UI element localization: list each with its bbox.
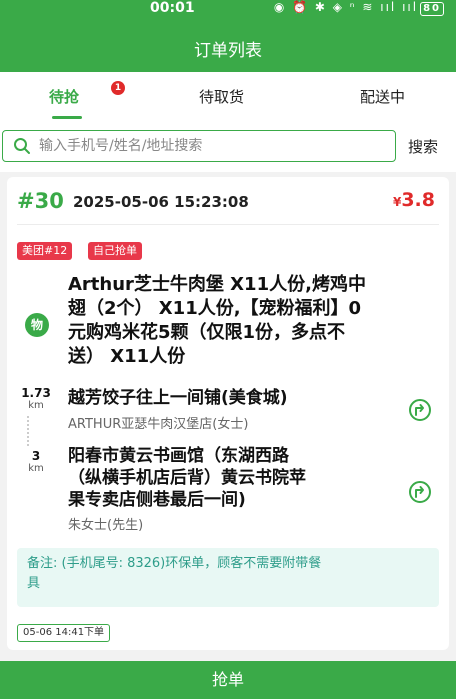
- search-box: [2, 130, 396, 162]
- remark-line: 具: [27, 576, 41, 591]
- tab-badge: 1: [111, 81, 125, 95]
- route-dots: [27, 416, 29, 446]
- platform-tag: 美团#12: [17, 242, 73, 260]
- address-line: （纵横手机店后背）黄云书院苹: [68, 468, 306, 488]
- search-row: 搜索: [0, 122, 456, 172]
- goods-icon: 物: [25, 313, 49, 337]
- tab-bar: 待抢 1 待取货 配送中: [0, 72, 456, 122]
- divider: [17, 224, 439, 225]
- goods-line: 送） X11人份: [68, 346, 186, 367]
- order-number: #30: [17, 189, 64, 213]
- customer-name: 朱女士(先生): [68, 518, 144, 533]
- address-distance-unit: km: [28, 463, 44, 474]
- battery-icon: 80: [420, 2, 444, 16]
- address-line: 果专卖店侧巷最后一间): [68, 490, 246, 510]
- tab-delivering[interactable]: 配送中: [360, 86, 405, 107]
- grab-order-button[interactable]: 抢单: [0, 661, 456, 699]
- shop-subtitle: ARTHUR亚瑟牛肉汉堡店(女士): [68, 417, 249, 432]
- price-value: 3.8: [401, 189, 435, 211]
- goods-list: Arthur芝士牛肉堡 X11人份,烤鸡中 翅（2个） X11人份,【宠粉福利】…: [68, 273, 428, 369]
- shop-name: 越芳饺子往上一间铺(美食城): [68, 388, 288, 408]
- order-card[interactable]: #30 2025-05-06 15:23:08 ¥3.8 美团#12 自己抢单 …: [7, 177, 449, 650]
- shop-distance: 1.73 km: [19, 386, 53, 412]
- order-price: ¥3.8: [393, 189, 435, 211]
- tab-active-indicator: [52, 116, 82, 119]
- shop-distance-unit: km: [28, 400, 44, 411]
- status-bar: 00:01 ◉ ⏰ ✱ ◈ ⁿ ≋ ııl ııl 80: [0, 0, 456, 20]
- self-grab-tag: 自己抢单: [88, 242, 142, 260]
- status-signal-icons: ◉ ⏰ ✱ ◈ ⁿ ≋ ııl ııl: [273, 0, 419, 14]
- status-icons: ◉ ⏰ ✱ ◈ ⁿ ≋ ııl ııl 80: [274, 0, 444, 16]
- goods-line: 元购鸡米花5颗（仅限1份，多点不: [68, 322, 346, 343]
- address-distance: 3 km: [19, 449, 53, 475]
- order-remark: 备注: (手机尾号: 8326)环保单，顾客不需要附带餐 具: [17, 548, 439, 607]
- order-time: 2025-05-06 15:23:08: [73, 193, 249, 211]
- address-navigation-icon[interactable]: [408, 480, 432, 504]
- page-title: 订单列表: [194, 41, 262, 61]
- goods-line: 翅（2个） X11人份,【宠粉福利】0: [68, 298, 362, 319]
- shop-navigation-icon[interactable]: [408, 398, 432, 422]
- goods-line: Arthur芝士牛肉堡 X11人份,烤鸡中: [68, 274, 366, 295]
- shop-distance-value: 1.73: [21, 386, 51, 400]
- app-header: 00:01 ◉ ⏰ ✱ ◈ ⁿ ≋ ııl ııl 80 订单列表: [0, 0, 456, 72]
- address-line: 阳春市黄云书画馆（东湖西路: [68, 446, 289, 466]
- tab-pending-pickup[interactable]: 待取货: [199, 86, 244, 107]
- tab-pending-grab[interactable]: 待抢: [49, 86, 79, 107]
- status-time: 00:01: [150, 0, 195, 16]
- order-placed-time: 05-06 14:41下单: [17, 624, 111, 642]
- delivery-address: 阳春市黄云书画馆（东湖西路 （纵横手机店后背）黄云书院苹 果专卖店侧巷最后一间): [68, 445, 403, 511]
- search-input[interactable]: [39, 135, 389, 157]
- address-distance-value: 3: [31, 449, 41, 463]
- search-icon: [14, 138, 30, 154]
- search-button[interactable]: 搜索: [408, 136, 438, 157]
- remark-line: 备注: (手机尾号: 8326)环保单，顾客不需要附带餐: [27, 556, 322, 571]
